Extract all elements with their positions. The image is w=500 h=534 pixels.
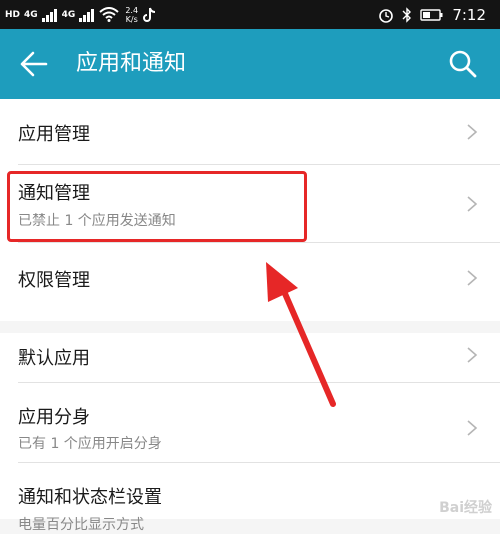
back-arrow-icon xyxy=(20,51,48,77)
hd-label: HD xyxy=(5,9,21,20)
chevron-right-icon xyxy=(467,196,478,212)
item-title: 通知和状态栏设置 xyxy=(18,487,162,508)
list-item-permission-management[interactable]: 权限管理 xyxy=(0,243,500,321)
tiktok-icon xyxy=(143,7,156,22)
chevron-right-icon xyxy=(467,270,478,286)
chevron-right-icon xyxy=(467,124,478,140)
network-type-2: 4G xyxy=(61,9,76,20)
item-subtitle: 已有 1 个应用开启分身 xyxy=(18,436,162,452)
search-icon xyxy=(449,50,477,78)
battery-icon xyxy=(420,8,443,21)
network-speed: 2.4 K/s xyxy=(125,6,138,24)
chevron-right-icon xyxy=(467,347,478,363)
chevron-right-icon xyxy=(467,420,478,436)
signal-icon-2 xyxy=(79,8,95,22)
list-item-default-apps[interactable]: 默认应用 xyxy=(0,333,500,383)
item-title: 权限管理 xyxy=(18,270,90,291)
status-left: HD 4G 4G 2.4 K/s xyxy=(5,0,156,29)
item-subtitle: 电量百分比显示方式 xyxy=(18,517,144,533)
status-bar: HD 4G 4G 2.4 K/s 7:12 xyxy=(0,0,500,29)
status-right: 7:12 xyxy=(378,0,486,29)
settings-group-2: 默认应用 应用分身 已有 1 个应用开启分身 通知和状态栏设置 电量百分比显示方… xyxy=(0,333,500,533)
alarm-icon xyxy=(379,8,394,23)
list-item-app-twin[interactable]: 应用分身 已有 1 个应用开启分身 xyxy=(0,383,500,463)
back-button[interactable] xyxy=(18,49,50,79)
list-item-app-management[interactable]: 应用管理 xyxy=(0,99,500,165)
signal-icon xyxy=(41,8,57,22)
page-title: 应用和通知 xyxy=(76,51,187,76)
list-item-notification-statusbar-settings[interactable]: 通知和状态栏设置 电量百分比显示方式 xyxy=(0,463,500,533)
app-bar: 应用和通知 xyxy=(0,29,500,99)
watermark: Bai经验 xyxy=(439,500,492,516)
bluetooth-icon xyxy=(402,6,412,23)
wifi-icon xyxy=(99,7,119,22)
item-title: 应用管理 xyxy=(18,124,90,145)
clock: 7:12 xyxy=(452,5,486,24)
item-title: 默认应用 xyxy=(18,348,90,369)
speed-value: 2.4 xyxy=(125,5,139,15)
network-type-1: 4G xyxy=(24,9,38,20)
search-button[interactable] xyxy=(448,49,478,79)
speed-unit: K/s xyxy=(125,14,138,24)
highlight-box xyxy=(7,171,307,242)
item-title: 应用分身 xyxy=(18,407,90,428)
